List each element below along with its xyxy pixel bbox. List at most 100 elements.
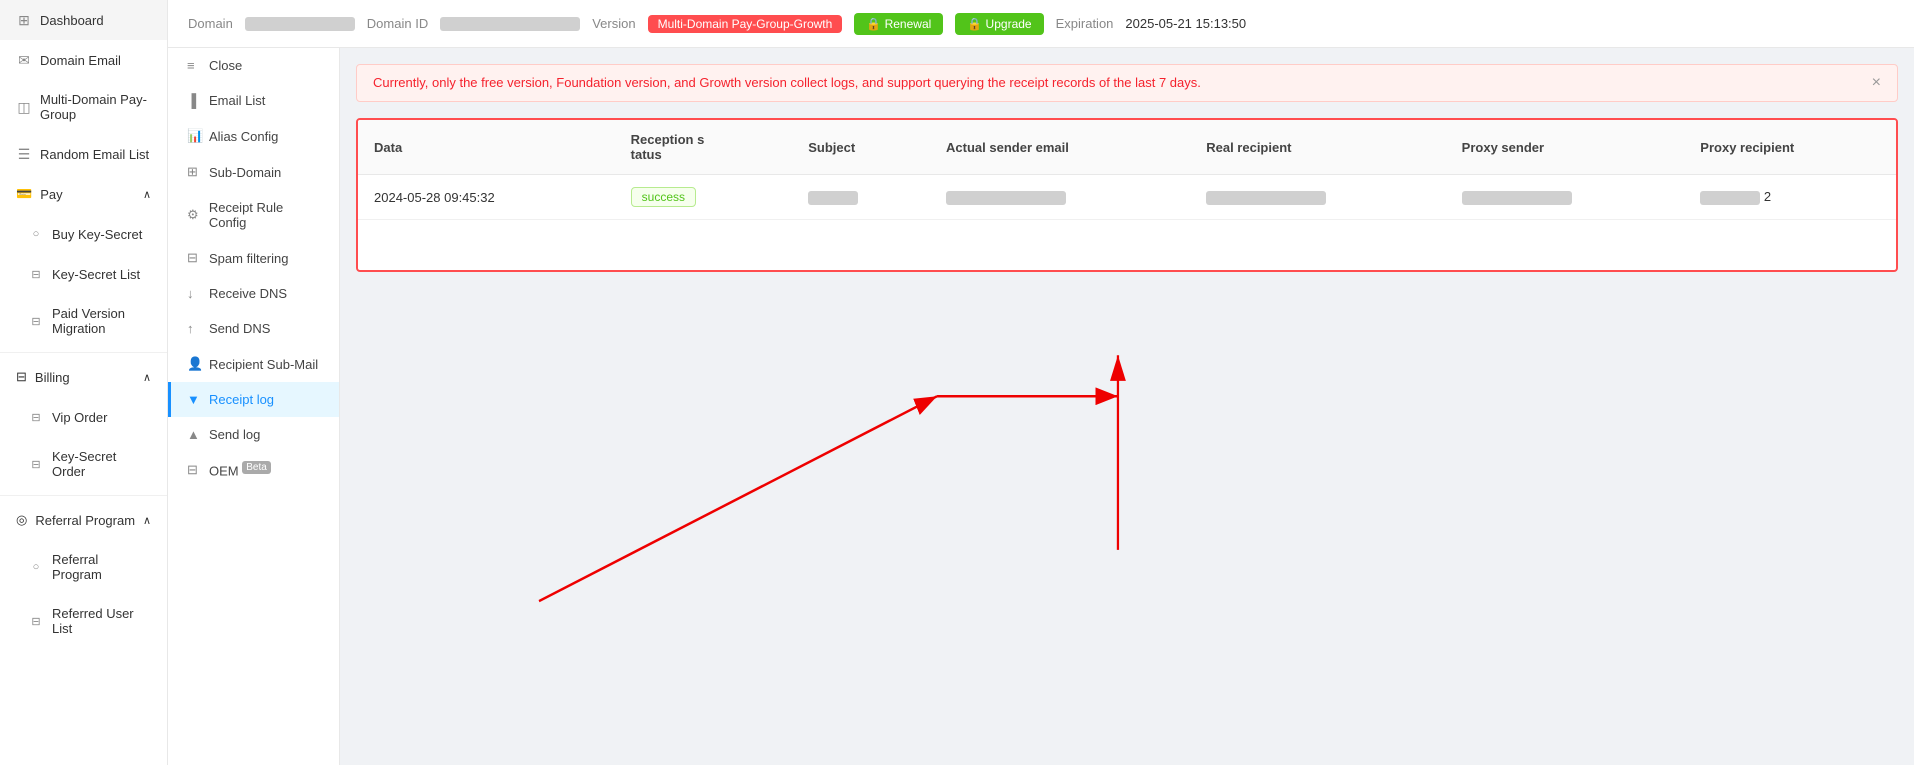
status-badge: success xyxy=(631,187,696,207)
referral-chevron-icon: ∧ xyxy=(143,514,151,527)
close-icon: ≡ xyxy=(187,58,201,73)
sidebar-item-multi-domain[interactable]: ◫ Multi-Domain Pay-Group xyxy=(0,80,167,134)
subject-value xyxy=(808,191,858,205)
spam-filtering-icon: ⊟ xyxy=(187,250,201,266)
sidebar-item-paid-version[interactable]: ⊟ Paid Version Migration xyxy=(0,294,167,348)
version-badge: Multi-Domain Pay-Group-Growth xyxy=(648,15,843,33)
referral-label: Referral Program xyxy=(35,513,135,528)
billing-chevron-icon: ∧ xyxy=(143,371,151,384)
receipt-rule-icon: ⚙ xyxy=(187,207,201,223)
col-header-subject: Subject xyxy=(792,120,930,175)
col-header-actual-sender: Actual sender email xyxy=(930,120,1190,175)
sidebar-item-vip-order[interactable]: ⊟ Vip Order xyxy=(0,397,167,437)
multi-domain-icon: ◫ xyxy=(16,99,32,115)
sidebar-item-random-email[interactable]: ☰ Random Email List xyxy=(0,134,167,174)
sidebar-item-referral-program[interactable]: ○ Referral Program xyxy=(0,540,167,594)
sidebar-item-label: Dashboard xyxy=(40,13,104,28)
pay-icon: 💳 xyxy=(16,186,32,202)
sidebar-group-pay[interactable]: 💳 Pay ∧ xyxy=(0,174,167,214)
billing-label: Billing xyxy=(35,370,70,385)
cell-data: 2024-05-28 09:45:32 xyxy=(358,175,615,220)
renewal-button[interactable]: 🔒 Renewal xyxy=(854,13,943,35)
receipt-log-table-container: Data Reception status Subject Actual sen… xyxy=(356,118,1898,272)
left-sidebar: ⊞ Dashboard ✉ Domain Email ◫ Multi-Domai… xyxy=(0,0,168,765)
cell-subject xyxy=(792,175,930,220)
sub-sidebar-email-list[interactable]: ▐ Email List xyxy=(168,83,339,118)
send-dns-icon: ↑ xyxy=(187,321,201,336)
actual-sender-value xyxy=(946,191,1066,205)
sub-sidebar-receipt-rule[interactable]: ⚙ Receipt Rule Config xyxy=(168,190,339,240)
pay-chevron-icon: ∧ xyxy=(143,188,151,201)
receipt-log-icon: ▼ xyxy=(187,392,201,407)
billing-icon: ⊟ xyxy=(16,369,27,385)
version-label: Version xyxy=(592,16,635,31)
sidebar-item-domain-email[interactable]: ✉ Domain Email xyxy=(0,40,167,80)
sub-sidebar-oem[interactable]: ⊟ OEM Beta xyxy=(168,452,339,488)
sub-sidebar-send-log[interactable]: ▲ Send log xyxy=(168,417,339,452)
sidebar-item-label: Multi-Domain Pay-Group xyxy=(40,92,151,122)
expiration-value: 2025-05-21 15:13:50 xyxy=(1125,16,1246,31)
sidebar-item-label: Domain Email xyxy=(40,53,121,68)
referred-user-icon: ⊟ xyxy=(28,613,44,629)
sidebar-item-key-secret-list[interactable]: ⊟ Key-Secret List xyxy=(0,254,167,294)
sidebar-item-label: Vip Order xyxy=(52,410,107,425)
sidebar-item-label: Random Email List xyxy=(40,147,149,162)
alert-banner: Currently, only the free version, Founda… xyxy=(356,64,1898,102)
sub-sidebar-sub-domain[interactable]: ⊞ Sub-Domain xyxy=(168,154,339,190)
buy-key-icon: ○ xyxy=(28,226,44,242)
cell-proxy-recipient: 2 xyxy=(1684,175,1896,220)
sub-sidebar-close[interactable]: ≡ Close xyxy=(168,48,339,83)
domain-id-label: Domain ID xyxy=(367,16,428,31)
email-list-icon: ▐ xyxy=(187,93,201,108)
sidebar-item-label: Paid Version Migration xyxy=(52,306,151,336)
top-header: Domain Domain ID Version Multi-Domain Pa… xyxy=(168,0,1914,48)
cell-real-recipient xyxy=(1190,175,1445,220)
send-log-icon: ▲ xyxy=(187,427,201,442)
real-recipient-value xyxy=(1206,191,1326,205)
vip-order-icon: ⊟ xyxy=(28,409,44,425)
divider xyxy=(0,352,167,353)
key-secret-list-icon: ⊟ xyxy=(28,266,44,282)
key-secret-order-icon: ⊟ xyxy=(28,456,44,472)
sub-sidebar-alias-config[interactable]: 📊 Alias Config xyxy=(168,118,339,154)
sidebar-item-label: Key-Secret List xyxy=(52,267,140,282)
domain-value xyxy=(245,17,355,31)
table-header-row: Data Reception status Subject Actual sen… xyxy=(358,120,1896,175)
expiration-label: Expiration xyxy=(1056,16,1114,31)
domain-email-icon: ✉ xyxy=(16,52,32,68)
sidebar-group-billing[interactable]: ⊟ Billing ∧ xyxy=(0,357,167,397)
cell-reception-status: success xyxy=(615,175,793,220)
proxy-recipient-value xyxy=(1700,191,1760,205)
sidebar-item-key-secret-order[interactable]: ⊟ Key-Secret Order xyxy=(0,437,167,491)
divider2 xyxy=(0,495,167,496)
sidebar-item-referred-user[interactable]: ⊟ Referred User List xyxy=(0,594,167,648)
col-header-proxy-sender: Proxy sender xyxy=(1446,120,1685,175)
alias-config-icon: 📊 xyxy=(187,128,201,144)
upgrade-button[interactable]: 🔒 Upgrade xyxy=(955,13,1043,35)
col-header-real-recipient: Real recipient xyxy=(1190,120,1445,175)
sub-sidebar-recipient-sub-mail[interactable]: 👤 Recipient Sub-Mail xyxy=(168,346,339,382)
sub-sidebar-receipt-log[interactable]: ▼ Receipt log xyxy=(168,382,339,417)
receive-dns-icon: ↓ xyxy=(187,286,201,301)
domain-id-value xyxy=(440,17,580,31)
sub-sidebar: ≡ Close ▐ Email List 📊 Alias Config ⊞ Su… xyxy=(168,48,340,765)
domain-label: Domain xyxy=(188,16,233,31)
sub-sidebar-receive-dns[interactable]: ↓ Receive DNS xyxy=(168,276,339,311)
sidebar-item-label: Referred User List xyxy=(52,606,151,636)
proxy-sender-value xyxy=(1462,191,1572,205)
main-area: Domain Domain ID Version Multi-Domain Pa… xyxy=(168,0,1914,765)
sub-sidebar-send-dns[interactable]: ↑ Send DNS xyxy=(168,311,339,346)
alert-close-button[interactable]: × xyxy=(1872,75,1881,91)
col-header-proxy-recipient: Proxy recipient xyxy=(1684,120,1896,175)
random-email-icon: ☰ xyxy=(16,146,32,162)
sidebar-item-dashboard[interactable]: ⊞ Dashboard xyxy=(0,0,167,40)
pay-label: Pay xyxy=(40,187,62,202)
col-header-data: Data xyxy=(358,120,615,175)
col-header-reception-status: Reception status xyxy=(615,120,793,175)
sub-sidebar-spam-filtering[interactable]: ⊟ Spam filtering xyxy=(168,240,339,276)
table-row: 2024-05-28 09:45:32 success xyxy=(358,175,1896,220)
sidebar-group-referral[interactable]: ◎ Referral Program ∧ xyxy=(0,500,167,540)
sidebar-item-buy-key[interactable]: ○ Buy Key-Secret xyxy=(0,214,167,254)
sub-domain-icon: ⊞ xyxy=(187,164,201,180)
cell-proxy-sender xyxy=(1446,175,1685,220)
